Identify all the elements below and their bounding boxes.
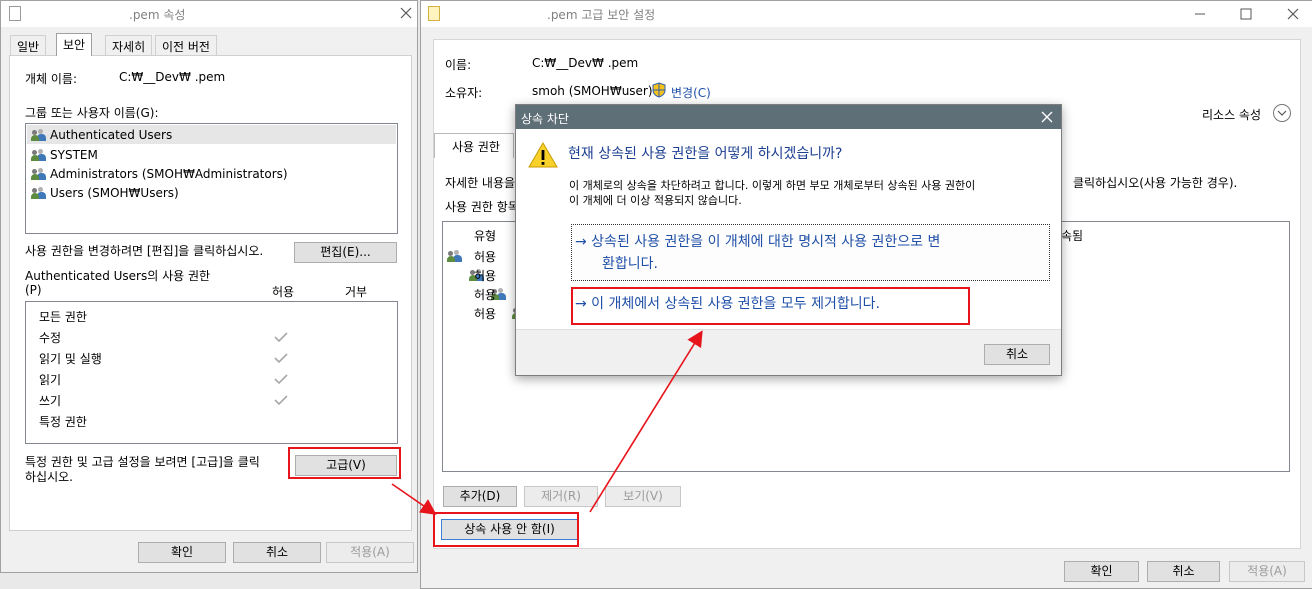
tab-security[interactable]: 보안 [56, 33, 93, 56]
annotation-arrows [391, 330, 703, 515]
arrow-advanced-to-disable [391, 483, 437, 515]
arrow-disable-to-remove [589, 330, 703, 513]
